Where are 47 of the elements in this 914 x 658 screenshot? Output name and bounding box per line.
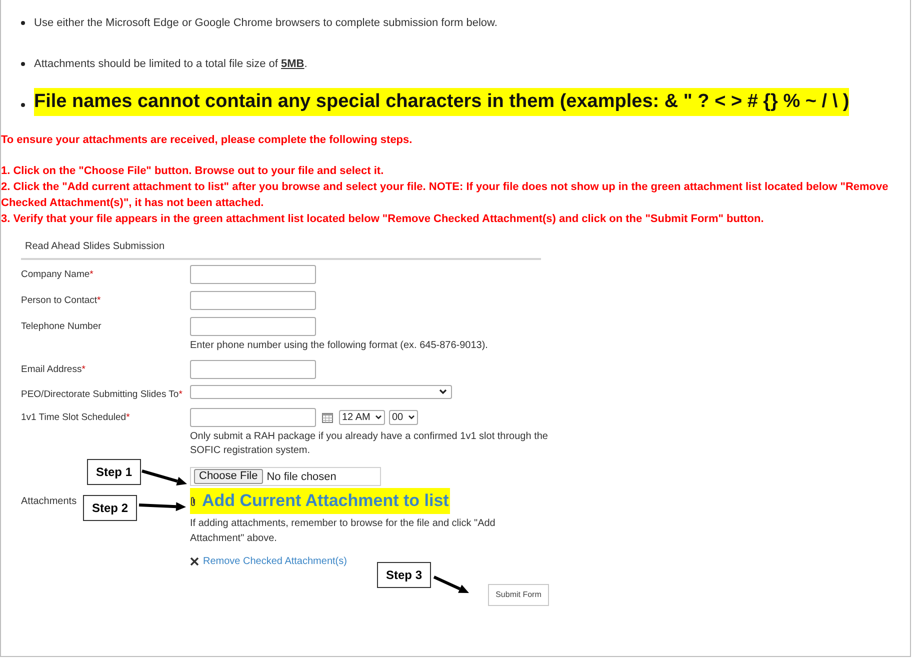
step-callout: Step 3	[377, 562, 431, 588]
file-field[interactable]: Choose File No file chosen	[190, 467, 381, 486]
add-attachment-link[interactable]: Add Current Attachment to list	[190, 488, 450, 514]
text-field[interactable]	[190, 265, 316, 284]
text-field[interactable]	[190, 317, 316, 336]
text-field[interactable]	[190, 360, 316, 379]
file-status: No file chosen	[266, 470, 336, 484]
instructions-text: To ensure your attachments are received, please complete the following steps.	[1, 133, 414, 148]
field-label: PEO/Directorate Submitting Slides To*	[21, 389, 182, 400]
bullet-icon	[21, 62, 25, 66]
bullet-text: Attachments should be limited to a total file size of 5MB.	[34, 56, 308, 72]
chevron-icon	[408, 415, 415, 420]
field-label: 1v1 Time Slot Scheduled*	[21, 412, 130, 424]
step-callout: Step 1	[87, 459, 141, 485]
field-label: Person to Contact*	[21, 295, 101, 306]
text-field[interactable]	[190, 291, 316, 310]
chevron-icon	[439, 389, 447, 395]
field-label: Email Address*	[21, 364, 86, 375]
form-title: Read Ahead Slides Submission	[25, 241, 165, 252]
bullet-icon	[21, 21, 25, 25]
submit-button[interactable]: Submit Form	[488, 584, 549, 606]
field-label: Attachments	[21, 496, 77, 508]
field-hint: Only submit a RAH package if you already have a confirmed 1v1 slot through the SOFIC registration system.	[190, 430, 549, 458]
step-text: 3. Verify that your file appears in the green attachment list located below "Remove Checked Attachment(s) and click on the "Submit Form" button.	[1, 212, 765, 227]
remove-attachments-link[interactable]: Remove Checked Attachment(s)	[190, 554, 347, 569]
choose-file-button[interactable]: Choose File	[194, 469, 263, 484]
arrow	[138, 502, 186, 512]
time-dropdown[interactable]: 00	[389, 410, 418, 426]
bullet-text: File names cannot contain any special characters in them (examples: & " ? < > # {} % ~ / \ )	[34, 88, 850, 116]
bullet-icon	[21, 103, 25, 107]
time-dropdown[interactable]: 12 AM	[339, 410, 385, 426]
dropdown-field[interactable]	[190, 385, 452, 399]
field-hint: Enter phone number using the following format (ex. 645-876-9013).	[190, 339, 489, 353]
step-callout: Step 2	[83, 495, 137, 521]
chevron-icon	[375, 415, 382, 420]
bullet-text: Use either the Microsoft Edge or Google Chrome browsers to complete submission form below.	[34, 16, 498, 31]
date-field[interactable]	[190, 408, 316, 428]
close-icon	[190, 556, 199, 566]
calendar-icon[interactable]	[322, 412, 333, 423]
arrow	[433, 576, 469, 593]
step-text: 2. Click the "Add current attachment to list" after you browse and select your file. NOTE: If your file does not show up in the green attachment list located below "Remove Checked Attachment(s)", it has not been attached.	[1, 180, 890, 211]
field-label: Telephone Number	[21, 321, 102, 332]
paperclip-icon	[190, 496, 196, 506]
attachment-hint: If adding attachments, remember to browse for the file and click "Add Attachment" above.	[190, 516, 496, 546]
step-text: 1. Click on the "Choose File" button. Browse out to your file and select it.	[1, 164, 385, 179]
arrow	[142, 470, 187, 486]
field-label: Company Name*	[21, 269, 94, 280]
